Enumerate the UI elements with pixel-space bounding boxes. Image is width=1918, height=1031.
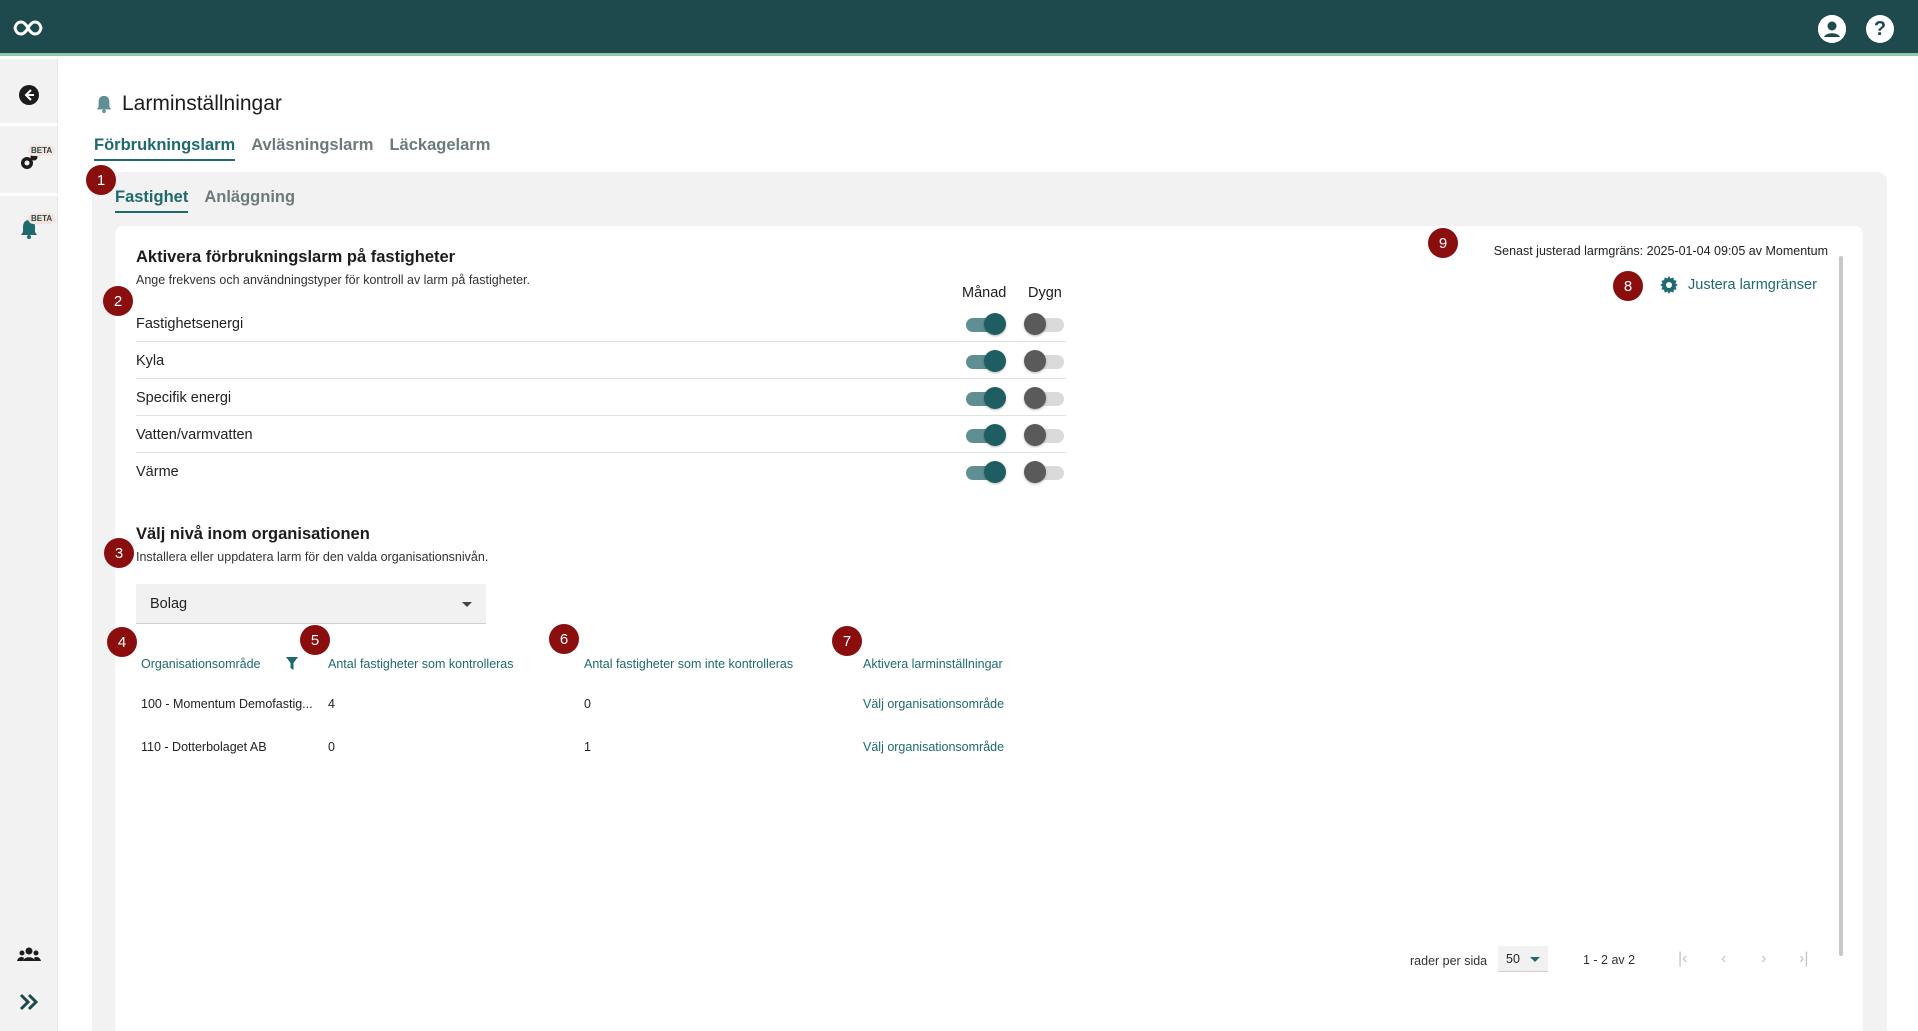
left-rail: BETA BETA (0, 59, 58, 1031)
usage-type-label: Värme (136, 464, 179, 480)
users-icon (17, 947, 41, 961)
expand-rail-button[interactable] (0, 987, 58, 1017)
rows-per-page-label: rader per sida (1410, 954, 1488, 968)
content-panel (115, 226, 1863, 1031)
tab-lackagelarm[interactable]: Läckagelarm (389, 136, 490, 161)
org-level-select[interactable]: Bolag (136, 584, 486, 624)
beta-badge: BETA (28, 213, 56, 224)
tab-forbrukningslarm[interactable]: Förbrukningslarm (94, 136, 236, 161)
sub-tabs: Fastighet Anläggning (115, 188, 295, 213)
tab-avlasningslarm[interactable]: Avläsningslarm (251, 136, 373, 161)
back-button[interactable] (0, 79, 58, 111)
help-icon[interactable]: ? (1866, 15, 1894, 43)
annotation-badge: 1 (86, 165, 116, 195)
tab-anlaggning[interactable]: Anläggning (204, 188, 295, 213)
adjust-limits-button[interactable]: Justera larmgränser (1660, 276, 1817, 294)
adjust-limits-label: Justera larmgränser (1688, 277, 1817, 293)
first-page-button[interactable]: |‹ (1678, 950, 1687, 968)
settings-beta-button[interactable]: BETA (0, 141, 58, 181)
select-org-link[interactable]: Välj organisationsområde (863, 740, 1004, 754)
controlled-cell: 4 (328, 697, 335, 711)
rows-per-page-value: 50 (1506, 952, 1520, 966)
annotation-badge: 3 (104, 538, 134, 568)
previous-page-button[interactable]: ‹ (1721, 950, 1726, 968)
section-subtitle: Ange frekvens och användningstyper för k… (136, 273, 530, 287)
users-button[interactable] (0, 939, 58, 969)
annotation-badge: 6 (549, 624, 579, 654)
day-toggle[interactable] (1024, 350, 1064, 372)
column-header-day: Dygn (1028, 285, 1062, 301)
usage-type-label: Specifik energi (136, 390, 232, 406)
controlled-cell: 0 (328, 740, 335, 754)
caret-down-icon (462, 602, 472, 607)
not-controlled-cell: 0 (584, 697, 591, 711)
beta-badge: BETA (28, 145, 56, 156)
usage-type-label: Vatten/varmvatten (136, 427, 253, 443)
section-title: Aktivera förbrukningslarm på fastigheter (136, 248, 456, 266)
month-toggle[interactable] (966, 313, 1006, 335)
section-subtitle: Installera eller uppdatera larm för den … (136, 550, 489, 564)
arrow-left-icon (19, 85, 39, 105)
section-title: Välj nivå inom organisationen (136, 525, 370, 543)
main-tabs: Förbrukningslarm Avläsningslarm Läckagel… (94, 136, 490, 161)
column-header-activate[interactable]: Aktivera larminställningar (863, 657, 1003, 671)
day-toggle[interactable] (1024, 424, 1064, 446)
day-toggle[interactable] (1024, 461, 1064, 483)
usage-type-label: Kyla (136, 353, 165, 369)
annotation-badge: 5 (300, 625, 330, 655)
day-toggle[interactable] (1024, 387, 1064, 409)
alarm-beta-button[interactable]: BETA (0, 209, 58, 249)
not-controlled-cell: 1 (584, 740, 591, 754)
usage-type-label: Fastighetsenergi (136, 316, 244, 332)
column-header-month: Månad (962, 285, 1007, 301)
page-title: Larminställningar (122, 92, 282, 115)
month-toggle[interactable] (966, 461, 1006, 483)
month-toggle[interactable] (966, 424, 1006, 446)
select-value: Bolag (150, 596, 188, 612)
column-header-org[interactable]: Organisationsområde (141, 657, 261, 671)
account-icon[interactable] (1818, 15, 1846, 43)
annotation-badge: 8 (1613, 271, 1643, 301)
last-page-button[interactable]: ›| (1799, 950, 1808, 968)
column-header-controlled[interactable]: Antal fastigheter som kontrolleras (328, 657, 514, 671)
annotation-badge: 2 (103, 286, 133, 316)
select-org-link[interactable]: Välj organisationsområde (863, 697, 1004, 711)
last-adjusted-text: Senast justerad larmgräns: 2025-01-04 09… (1493, 244, 1828, 258)
annotation-badge: 9 (1428, 228, 1458, 258)
gear-icon (1660, 276, 1678, 294)
next-page-button[interactable]: › (1761, 950, 1766, 968)
pagination-range: 1 - 2 av 2 (1583, 953, 1636, 967)
double-chevron-right-icon (19, 993, 39, 1011)
rows-per-page-select[interactable]: 50 (1498, 946, 1548, 972)
day-toggle[interactable] (1024, 313, 1064, 335)
org-cell: 100 - Momentum Demofastig... (141, 697, 313, 711)
annotation-badge: 7 (832, 626, 862, 656)
infinity-logo-icon[interactable] (12, 16, 44, 40)
bell-icon (96, 95, 112, 113)
caret-down-icon (1530, 957, 1540, 962)
column-header-not-controlled[interactable]: Antal fastigheter som inte kontrolleras (584, 657, 793, 671)
tab-fastighet[interactable]: Fastighet (115, 188, 189, 213)
month-toggle[interactable] (966, 350, 1006, 372)
scrollbar-thumb[interactable] (1839, 256, 1843, 956)
top-bar: ? (0, 0, 1918, 56)
annotation-badge: 4 (107, 627, 137, 657)
org-cell: 110 - Dotterbolaget AB (141, 740, 267, 754)
month-toggle[interactable] (966, 387, 1006, 409)
filter-icon[interactable] (286, 657, 298, 670)
